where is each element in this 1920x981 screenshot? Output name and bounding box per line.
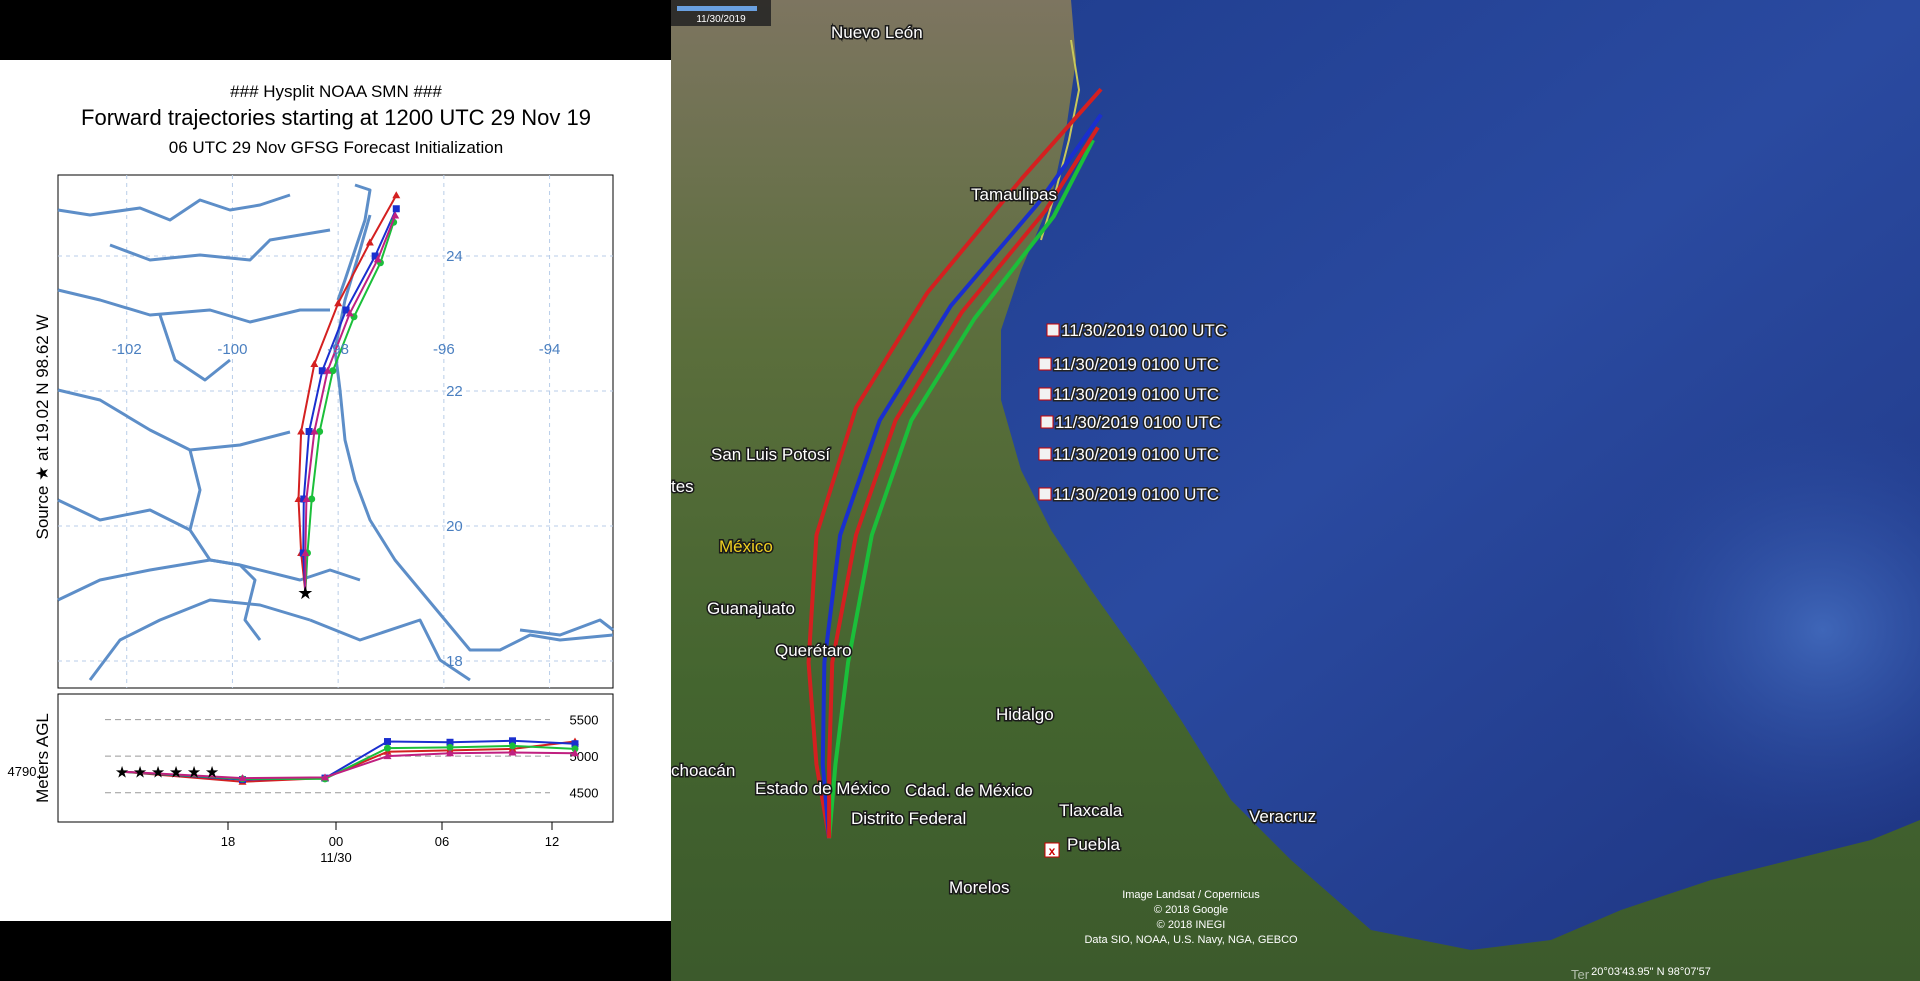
hourly-star-icon: ★ xyxy=(151,765,165,782)
hysplit-subtitle: Forward trajectories starting at 1200 UT… xyxy=(81,105,591,130)
map-frame xyxy=(57,174,614,689)
height-start-label: 4790 xyxy=(8,764,37,779)
place-label[interactable]: Cdad. de México xyxy=(904,780,1035,802)
source-marker-x: x xyxy=(1049,844,1056,858)
trajectory-point xyxy=(392,205,400,213)
satellite-map[interactable]: 11/30/2019 Nuevo León Tamaulipas San Luis … xyxy=(671,0,1920,981)
lat-tick-label: 24 xyxy=(446,248,463,265)
place-label[interactable]: tes xyxy=(671,476,695,498)
place-label[interactable]: Tamaulipas xyxy=(970,184,1059,206)
time-tick-label: 00 xyxy=(329,834,343,849)
status-coords: 20°03'43.95" N 98°07'57 xyxy=(1591,966,1711,978)
place-label[interactable]: Guanajuato xyxy=(706,598,797,620)
source-star-icon: ★ xyxy=(297,583,313,603)
timestamp-label: 11/30/2019 0100 UTC xyxy=(1053,355,1219,374)
hysplit-panel: ### Hysplit NOAA SMN ### Forward traject… xyxy=(0,60,671,921)
timestamp-label: 11/30/2019 0100 UTC xyxy=(1053,485,1219,504)
place-label[interactable]: Hidalgo xyxy=(995,704,1056,726)
hysplit-figure: ### Hysplit NOAA SMN ### Forward traject… xyxy=(8,82,614,865)
hourly-star-icon: ★ xyxy=(187,765,201,782)
place-label[interactable]: Nuevo León xyxy=(830,22,925,44)
height-ticks: 18 00 06 12 xyxy=(221,822,559,849)
trajectory-point xyxy=(509,742,516,750)
corner-label: Ter xyxy=(1571,967,1590,981)
timestamp-marker-icon[interactable] xyxy=(1038,357,1052,371)
timeline-bar[interactable] xyxy=(677,6,757,11)
lon-tick-label: -98 xyxy=(327,341,349,358)
lon-tick-label: -94 xyxy=(539,341,561,358)
timestamp-label: 11/30/2019 0100 UTC xyxy=(1055,413,1221,432)
time-tick-label: 12 xyxy=(545,834,559,849)
timestamp-marker-icon[interactable] xyxy=(1038,447,1052,461)
height-ylabel: Meters AGL xyxy=(33,713,52,803)
lat-tick-label: 22 xyxy=(446,383,463,400)
timestamp-label: 11/30/2019 0100 UTC xyxy=(1053,385,1219,404)
time-tick-label: 06 xyxy=(435,834,449,849)
credit-line: © 2018 INEGI xyxy=(1157,919,1226,931)
trajectory-point xyxy=(384,738,391,746)
place-label[interactable]: Estado de México xyxy=(754,778,892,800)
lat-tick-label: 18 xyxy=(446,653,463,670)
place-label[interactable]: México xyxy=(718,536,775,558)
timestamp-marker-icon[interactable] xyxy=(1038,487,1052,501)
credit-line: Image Landsat / Copernicus xyxy=(1122,889,1260,901)
trajectory-point xyxy=(384,744,391,752)
hourly-star-icon: ★ xyxy=(133,765,147,782)
place-label[interactable]: Puebla xyxy=(1066,834,1122,856)
lat-tick-label: 20 xyxy=(446,518,463,535)
timestamp-marker-icon[interactable] xyxy=(1038,387,1052,401)
source-label: Source ★ at 19.02 N 98.62 W xyxy=(33,314,52,539)
place-label[interactable]: Distrito Federal xyxy=(850,808,968,830)
lon-tick-label: -102 xyxy=(112,341,142,358)
place-label[interactable]: Querétaro xyxy=(774,640,854,662)
hourly-star-icon: ★ xyxy=(205,765,219,782)
timestamp-label: 11/30/2019 0100 UTC xyxy=(1053,445,1219,464)
credit-line: Data SIO, NOAA, U.S. Navy, NGA, GEBCO xyxy=(1084,934,1298,946)
credit-line: © 2018 Google xyxy=(1154,904,1228,916)
timestamp-marker-icon[interactable] xyxy=(1040,415,1054,429)
yucatan-shelf xyxy=(1271,300,1920,900)
hourly-star-icon: ★ xyxy=(169,765,183,782)
height-tick-label: 4500 xyxy=(570,786,599,801)
timestamp-marker-icon[interactable] xyxy=(1046,323,1060,337)
height-tick-label: 5500 xyxy=(570,713,599,728)
hysplit-title: ### Hysplit NOAA SMN ### xyxy=(230,82,442,101)
google-earth-view[interactable]: 11/30/2019 Nuevo León Tamaulipas San Luis … xyxy=(671,0,1920,981)
time-tick-label: 18 xyxy=(221,834,235,849)
timestamp-label: 11/30/2019 0100 UTC xyxy=(1061,321,1227,340)
place-label[interactable]: Tlaxcala xyxy=(1058,800,1125,822)
place-label[interactable]: Morelos xyxy=(948,877,1011,899)
hourly-star-icon: ★ xyxy=(115,765,129,782)
place-label[interactable]: San Luis Potosí xyxy=(710,444,832,466)
lon-tick-label: -100 xyxy=(217,341,247,358)
place-label[interactable]: choacán xyxy=(671,760,737,782)
timeline-date: 11/30/2019 xyxy=(696,14,746,25)
lon-tick-label: -96 xyxy=(433,341,455,358)
height-frame xyxy=(57,693,614,823)
height-date-label: 11/30 xyxy=(320,850,352,865)
hysplit-init-label: 06 UTC 29 Nov GFSG Forecast Initializati… xyxy=(169,138,503,157)
place-label[interactable]: Veracruz xyxy=(1248,806,1318,828)
